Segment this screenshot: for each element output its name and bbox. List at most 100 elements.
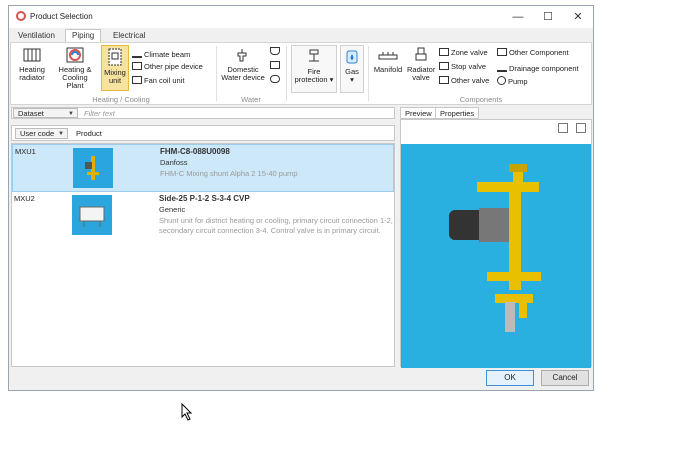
sprinkler-icon: [309, 49, 319, 62]
other-valve-button[interactable]: Other valve: [439, 76, 489, 86]
filter-bar: Dataset ▼ Filter text: [11, 107, 395, 119]
water-tool-1[interactable]: [270, 47, 282, 57]
gas-icon: [346, 50, 358, 64]
stop-valve-button[interactable]: Stop valve: [439, 62, 486, 72]
mixing-unit-button[interactable]: Mixing unit: [101, 45, 129, 91]
tab-ventilation[interactable]: Ventilation: [12, 30, 61, 42]
tab-preview[interactable]: Preview: [400, 107, 437, 119]
climate-beam-label: Climate beam: [144, 50, 191, 59]
maximize-button[interactable]: ☐: [536, 9, 560, 25]
manifold-button[interactable]: Manifold: [371, 51, 405, 74]
product-name: FHM-C8-088U0098: [160, 147, 230, 156]
climate-beam-icon: [132, 48, 142, 58]
product-manufacturer: Danfoss: [160, 158, 188, 167]
tab-properties[interactable]: Properties: [435, 107, 480, 119]
pipe-device-icon: [132, 62, 142, 70]
main-tabs: Ventilation Piping Electrical: [9, 28, 593, 43]
cancel-button[interactable]: Cancel: [541, 370, 589, 386]
chevron-down-icon: ▾: [350, 75, 354, 84]
heating-cooling-group-label: Heating / Cooling: [92, 95, 150, 104]
dataset-dropdown[interactable]: Dataset ▼: [13, 108, 78, 118]
climate-beam-button[interactable]: Climate beam: [132, 48, 190, 60]
mixing-unit-icon: [108, 48, 122, 66]
components-group-label: Components: [459, 95, 503, 104]
ribbon: Heating radiator Heating & Cooling Plant…: [10, 42, 592, 105]
gas-button[interactable]: Gas ▾: [340, 45, 364, 93]
mouse-cursor-icon: [181, 403, 193, 421]
manifold-label: Manifold: [373, 65, 403, 74]
water-group-label: Water: [241, 95, 261, 104]
filter-text-input[interactable]: Filter text: [84, 109, 115, 118]
radiator-icon: [23, 48, 41, 62]
faucet-icon: [237, 49, 247, 62]
list-header: User code ▼ Product: [11, 125, 395, 141]
tab-electrical[interactable]: Electrical: [107, 30, 151, 42]
fire-protection-button[interactable]: Fire protection ▾: [291, 45, 337, 93]
heating-radiator-button[interactable]: Heating radiator: [14, 47, 50, 82]
domestic-water-device-label: Domestic Water device: [221, 65, 265, 82]
heating-cooling-plant-label: Heating & Cooling Plant: [58, 65, 92, 90]
copy-icon[interactable]: [576, 123, 586, 133]
other-valve-label: Other valve: [451, 76, 490, 85]
other-component-icon: [497, 48, 507, 56]
other-pipe-device-button[interactable]: Other pipe device: [132, 62, 203, 72]
product-thumbnail: [73, 148, 113, 188]
product-name: Side-25 P-1-2 S-3-4 CVP: [159, 194, 250, 203]
ribbon-separator: [368, 46, 369, 101]
tab-piping[interactable]: Piping: [65, 29, 102, 43]
water-tool-2[interactable]: [270, 61, 282, 71]
window-title: Product Selection: [30, 12, 93, 21]
manifold-icon: [378, 52, 398, 60]
heating-radiator-label: Heating radiator: [19, 65, 45, 82]
user-code-column-dropdown[interactable]: User code ▼: [15, 128, 68, 139]
chevron-down-icon: ▼: [68, 111, 74, 117]
toilet-icon: [270, 75, 280, 83]
heating-cooling-plant-icon: [66, 47, 84, 63]
heating-cooling-plant-button[interactable]: Heating & Cooling Plant: [53, 47, 97, 90]
water-tool-3[interactable]: [270, 75, 282, 85]
other-component-button[interactable]: Other Component: [497, 48, 569, 58]
fan-coil-unit-label: Fan coil unit: [144, 76, 185, 85]
product-preview-image: [401, 144, 591, 368]
view-3d-icon[interactable]: [558, 123, 568, 133]
zone-valve-label: Zone valve: [451, 48, 488, 57]
product-code: MXU1: [15, 147, 36, 156]
shower-icon: [270, 61, 280, 69]
radiator-valve-icon: [415, 47, 427, 61]
fan-coil-unit-button[interactable]: Fan coil unit: [132, 76, 184, 86]
user-code-header: User code: [20, 129, 55, 138]
dataset-value: Dataset: [18, 109, 44, 118]
zone-valve-button[interactable]: Zone valve: [439, 48, 488, 58]
mixing-shunt-image: [85, 156, 99, 180]
stop-valve-label: Stop valve: [451, 62, 487, 71]
minimize-button[interactable]: —: [506, 9, 530, 25]
preview-body: [400, 119, 592, 368]
radiator-valve-button[interactable]: Radiator valve: [407, 47, 435, 82]
product-list: MXU1 FHM-C8-088U0098 Danfoss FHM-C Mixin…: [11, 143, 395, 367]
close-button[interactable]: ✕: [566, 9, 590, 25]
product-selection-window: Product Selection — ☐ ✕ Ventilation Pipi…: [8, 5, 594, 391]
zone-valve-icon: [439, 48, 449, 56]
product-column-header[interactable]: Product: [76, 129, 102, 138]
stop-valve-icon: [439, 62, 449, 70]
product-description: Shunt unit for district heating or cooli…: [159, 216, 393, 235]
preview-pane: Preview Properties: [400, 107, 592, 368]
domestic-water-device-button[interactable]: Domestic Water device: [219, 47, 267, 82]
title-bar: Product Selection — ☐ ✕: [9, 6, 593, 28]
sink-icon: [270, 47, 280, 55]
chevron-down-icon: ▼: [58, 131, 64, 137]
product-description: FHM-C Mixing shunt Alpha 2 15-40 pump: [160, 169, 298, 178]
pump-icon: [497, 76, 506, 85]
product-row[interactable]: MXU2 Side-25 P-1-2 S-3-4 CVP Generic Shu…: [12, 192, 394, 248]
shunt-unit-image: [79, 206, 105, 227]
mixing-unit-label: Mixing unit: [104, 68, 126, 85]
drainage-component-button[interactable]: Drainage component: [497, 62, 579, 74]
ribbon-separator: [216, 46, 217, 101]
ok-button[interactable]: OK: [486, 370, 534, 386]
fire-protection-label: Fire protection: [294, 67, 328, 84]
other-component-label: Other Component: [509, 48, 569, 57]
product-thumbnail: [72, 195, 112, 235]
pump-button[interactable]: Pump: [497, 76, 528, 87]
chevron-down-icon: ▾: [327, 75, 334, 84]
product-row[interactable]: MXU1 FHM-C8-088U0098 Danfoss FHM-C Mixin…: [12, 144, 394, 192]
